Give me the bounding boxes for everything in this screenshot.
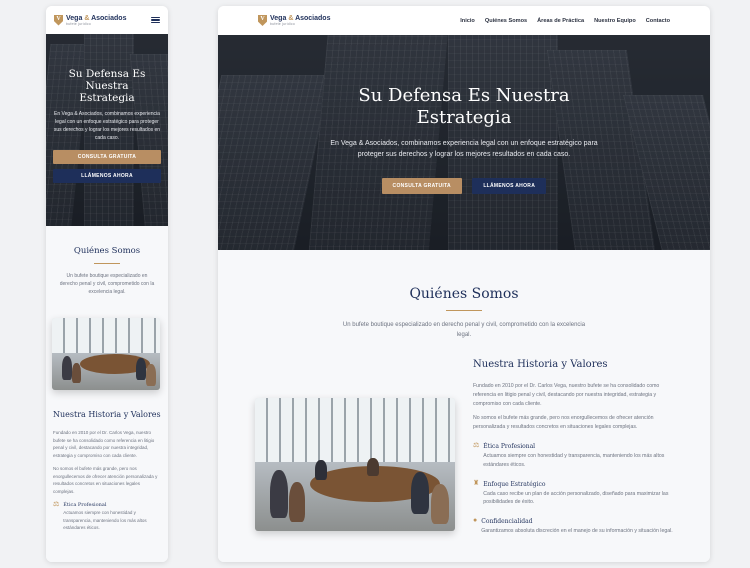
nav-link-contacto[interactable]: Contacto [646,17,670,25]
hamburger-menu-icon[interactable] [151,16,160,24]
mobile-navbar: V Vega & Asociados bufete jurídico [46,6,168,34]
history-title: Nuestra Historia y Valores [473,359,608,370]
desktop-navbar: V Vega & Asociados bufete jurídico Inici… [218,6,710,35]
value-text-strategy: Cada caso recibe un plan de acción perso… [483,490,669,506]
mobile-preview: V Vega & Asociados bufete jurídico Su De… [46,6,168,562]
value-text: Actuamos siempre con honestidad y transp… [63,510,147,530]
history-paragraph-1: Fundado en 2010 por el Dr. Carlos Vega, … [53,430,155,458]
value-item-ethics: ⚖ Ética Profesional Actuamos siempre con… [473,442,678,470]
history-paragraph-1: Fundado en 2010 por el Dr. Carlos Vega, … [473,383,660,407]
value-item-strategy: ♜ Enfoque Estratégico Cada caso recibe u… [473,480,678,508]
brand-name: Vega & Asociados [66,14,127,22]
mobile-hero: Su Defensa Es Nuestra Estrategia En Vega … [46,34,168,226]
hero-subtitle: En Vega & Asociados, combinamos experien… [330,140,598,158]
main-nav: Inicio Quiénes Somos Áreas de Práctica N… [460,17,670,25]
logo[interactable]: V Vega & Asociados bufete jurídico [54,14,127,26]
meeting-photo [255,398,455,531]
free-consultation-button[interactable]: CONSULTA GRATUITA [381,178,462,194]
value-item-confidentiality: ● Confidencialidad Garantizamos absoluta… [473,517,678,536]
about-title: Quiénes Somos [73,246,141,256]
desktop-about-section: Quiénes Somos Un bufete boutique especia… [218,250,710,562]
scales-icon: ⚖ [473,441,480,449]
title-divider [94,263,120,264]
value-text-confidentiality: Garantizamos absoluta discreción en el m… [481,528,673,535]
nav-link-quienes-somos[interactable]: Quiénes Somos [485,17,527,25]
nav-link-areas-de-practica[interactable]: Áreas de Práctica [537,17,584,25]
desktop-hero: Su Defensa Es Nuestra Estrategia En Vega … [218,35,710,250]
title-divider [446,310,482,311]
history-paragraph-2: No somos el bufete más grande, pero nos … [53,466,158,494]
about-intro: Un bufete boutique especializado en dere… [342,322,586,338]
shield-icon: V [54,14,63,26]
shield-icon: V [258,15,267,26]
value-item-ethics: ⚖ Ética Profesional Actuamos siempre con… [53,501,162,532]
hero-title: Su Defensa Es Nuestra Estrategia [358,85,570,128]
hero-subtitle: En Vega & Asociados, combinamos experien… [53,111,161,141]
history-title: Nuestra Historia y Valores [53,410,161,419]
desktop-preview: V Vega & Asociados bufete jurídico Inici… [218,6,710,562]
user-lock-icon: ● [473,517,478,525]
chess-icon: ♜ [473,479,480,487]
nav-link-inicio[interactable]: Inicio [460,17,475,25]
value-title: Ética Profesional [63,502,107,508]
free-consultation-button[interactable]: CONSULTA GRATUITA [53,150,161,164]
nav-link-nuestro-equipo[interactable]: Nuestro Equipo [594,17,636,25]
meeting-photo [52,318,160,390]
about-title: Quiénes Somos [409,286,519,302]
value-text-ethics: Actuamos siempre con honestidad y transp… [483,452,665,468]
brand-tagline: bufete jurídico [66,21,91,26]
scales-icon: ⚖ [53,501,60,508]
value-title-confidentiality: Confidencialidad [481,518,533,526]
history-paragraph-2: No somos el bufete más grande, pero nos … [473,415,654,431]
logo[interactable]: V Vega & Asociados bufete jurídico [258,15,330,26]
brand-tagline: bufete jurídico [270,22,295,26]
value-title-ethics: Ética Profesional [483,442,536,450]
hero-title: Su Defensa Es Nuestra Estrategia [68,68,146,104]
call-now-button[interactable]: LLÁMENOS AHORA [472,178,547,194]
mobile-about-section: Quiénes Somos Un bufete boutique especia… [46,226,168,562]
call-now-button[interactable]: LLÁMENOS AHORA [53,169,161,183]
brand-name: Vega & Asociados [270,15,331,22]
value-title-strategy: Enfoque Estratégico [483,480,546,488]
about-intro: Un bufete boutique especializado en dere… [59,273,155,295]
